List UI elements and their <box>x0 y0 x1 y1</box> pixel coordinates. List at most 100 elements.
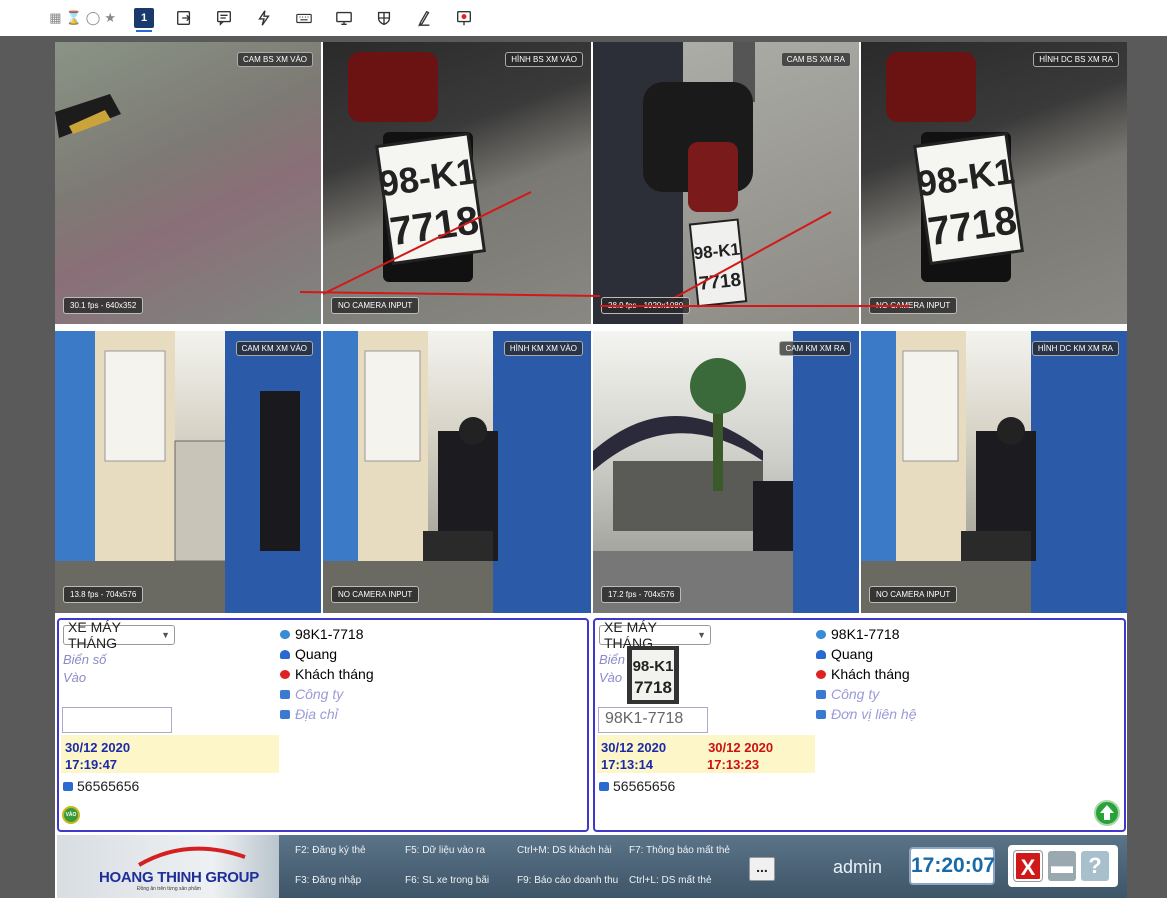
motorbike-scene: 98-K1 7718 <box>593 42 832 324</box>
info-name-row: Quang <box>816 644 917 664</box>
camera-stat: 13.8 fps - 704x576 <box>63 586 144 603</box>
plate-input[interactable] <box>62 707 172 733</box>
camera-feed-8[interactable]: HÌNH DC KM XM RA NO CAMERA INPUT <box>861 331 1127 613</box>
plate-input[interactable]: 98K1-7718 <box>598 707 708 733</box>
camera-feed-1[interactable]: CAM BS XM VÀO 30.1 fps - 640x352 <box>55 42 321 324</box>
camera-label: HÌNH BS XM VÀO <box>505 52 583 67</box>
booth-scene <box>55 331 321 613</box>
location-pin-icon <box>280 669 290 679</box>
company-logo: HOANG THINH GROUP Đồng ân trên từng sản … <box>57 835 279 898</box>
info-contact-row: Đơn vị liên hệ <box>816 704 917 724</box>
booth-scene <box>861 331 1127 613</box>
top-toolbar: ▦ ⌛ ◯ ★ 1 <box>0 0 1167 36</box>
plate-thumbnail[interactable]: 98-K1 7718 <box>627 646 679 704</box>
car-icon <box>816 629 826 639</box>
star-icon[interactable]: ★ <box>104 10 116 26</box>
keyboard-icon[interactable] <box>294 8 314 28</box>
shortcut-ctrl-l[interactable]: Ctrl+L: DS mất thẻ <box>629 875 712 886</box>
hourglass-icon[interactable]: ⌛ <box>66 10 82 26</box>
floor-scene <box>55 94 121 138</box>
detection-line <box>300 291 910 307</box>
ruler-icon[interactable]: ▦ <box>49 10 61 26</box>
shield-icon[interactable] <box>374 8 394 28</box>
shortcut-f5[interactable]: F5: Dữ liệu vào ra <box>405 845 485 856</box>
user-icon <box>816 649 826 659</box>
camera-label: CAM KM XM RA <box>779 341 851 356</box>
exit-date: 30/12 2020 <box>708 740 774 755</box>
user-icon <box>280 649 290 659</box>
card-icon <box>63 781 73 791</box>
in-label: Vào <box>63 670 87 685</box>
shortcut-f3[interactable]: F3: Đăng nhập <box>295 875 361 886</box>
shortcut-f2[interactable]: F2: Đăng ký thẻ <box>295 845 366 856</box>
camera-feed-4[interactable]: 98-K1 7718 HÌNH DC BS XM RA NO CAMERA IN… <box>861 42 1127 324</box>
info-company-row: Công ty <box>280 684 374 704</box>
arrow-up-icon[interactable] <box>1094 800 1120 826</box>
shortcut-f6[interactable]: F6: SL xe trong bãi <box>405 875 489 886</box>
cylinder-icon[interactable]: ◯ <box>86 10 101 26</box>
current-user: admin <box>833 857 883 877</box>
camera-stat: NO CAMERA INPUT <box>869 586 958 603</box>
plate-scene: 98-K1 7718 <box>323 52 532 295</box>
camera-label: CAM KM XM VÀO <box>235 341 313 356</box>
comment-icon[interactable] <box>214 8 234 28</box>
thumb-line-2: 7718 <box>634 678 672 697</box>
camera-feed-7[interactable]: CAM KM XM RA 17.2 fps - 704x576 <box>593 331 859 613</box>
entry-date: 30/12 2020 <box>65 740 131 755</box>
address-icon <box>280 709 290 719</box>
close-icon[interactable]: X <box>1014 851 1042 881</box>
exit-icon[interactable] <box>174 8 194 28</box>
entry-badge-icon[interactable]: VÀO <box>62 806 80 824</box>
shortcut-f7[interactable]: F7: Thông báo mất thẻ <box>629 845 730 856</box>
vehicle-type-select[interactable]: XE MÁY THÁNG ▼ <box>599 619 711 651</box>
card-number: 56565656 <box>77 778 140 794</box>
info-type-row: Khách tháng <box>816 664 917 684</box>
booth-scene <box>323 331 591 613</box>
entry-date: 30/12 2020 <box>601 740 667 755</box>
vehicle-type-value: XE MÁY THÁNG <box>68 619 121 651</box>
plate-label: Biển số <box>63 652 107 667</box>
info-address: Địa chỉ <box>295 706 338 722</box>
window-controls: X ▬ ? <box>1008 845 1118 887</box>
logo-text: HOANG THINH GROUP <box>99 869 259 886</box>
logo-tagline: Đồng ân trên từng sản phẩm <box>137 886 201 892</box>
in-label: Vào <box>599 670 623 685</box>
customer-info: 98K1-7718 Quang Khách tháng Công ty Đơn … <box>816 624 917 724</box>
more-button[interactable]: ... <box>749 857 775 881</box>
pen-icon[interactable] <box>414 8 434 28</box>
bolt-icon[interactable] <box>254 8 274 28</box>
vehicle-type-select[interactable]: XE MÁY THÁNG ▼ <box>63 619 175 651</box>
card-number-row: 56565656 <box>63 778 139 794</box>
page-number: 1 <box>140 12 148 24</box>
presentation-icon[interactable] <box>454 8 474 28</box>
card-number-row: 56565656 <box>599 778 675 794</box>
info-type: Khách tháng <box>831 666 910 682</box>
badge-text: VÀO <box>65 812 77 818</box>
camera-feed-3[interactable]: 98-K1 7718 CAM BS XM RA 28.9 fps - 1920x… <box>593 42 859 324</box>
entry-time: 17:13:14 <box>601 757 654 772</box>
exit-time: 17:13:23 <box>707 757 760 772</box>
info-company-row: Công ty <box>816 684 917 704</box>
chevron-down-icon: ▼ <box>161 630 170 640</box>
date-row: 30/12 2020 30/12 2020 <box>601 739 811 756</box>
camera-feed-6[interactable]: HÌNH KM XM VÀO NO CAMERA INPUT <box>323 331 591 613</box>
building-icon <box>816 689 826 699</box>
info-name: Quang <box>295 646 338 662</box>
info-company: Công ty <box>295 686 344 702</box>
camera-feed-2[interactable]: 98-K1 7718 HÌNH BS XM VÀO NO CAMERA INPU… <box>323 42 591 324</box>
shortcut-ctrl-m[interactable]: Ctrl+M: DS khách hài <box>517 845 612 856</box>
contact-icon <box>816 709 826 719</box>
exit-panel: XE MÁY THÁNG ▼ Biển Vào 98-K1 7718 98K1-… <box>593 618 1126 832</box>
minimize-icon[interactable]: ▬ <box>1048 851 1076 881</box>
info-name: Quang <box>831 646 874 662</box>
shortcut-f9[interactable]: F9: Báo cáo doanh thu <box>517 875 618 886</box>
info-type: Khách tháng <box>295 666 374 682</box>
canopy-scene <box>593 331 859 613</box>
help-icon[interactable]: ? <box>1081 851 1109 881</box>
camera-label: CAM BS XM VÀO <box>236 52 313 67</box>
info-type-row: Khách tháng <box>280 664 374 684</box>
monitor-icon[interactable] <box>334 8 354 28</box>
info-address-row: Địa chỉ <box>280 704 374 724</box>
camera-feed-5[interactable]: CAM KM XM VÀO 13.8 fps - 704x576 <box>55 331 321 613</box>
page-1-icon[interactable]: 1 <box>134 8 154 32</box>
